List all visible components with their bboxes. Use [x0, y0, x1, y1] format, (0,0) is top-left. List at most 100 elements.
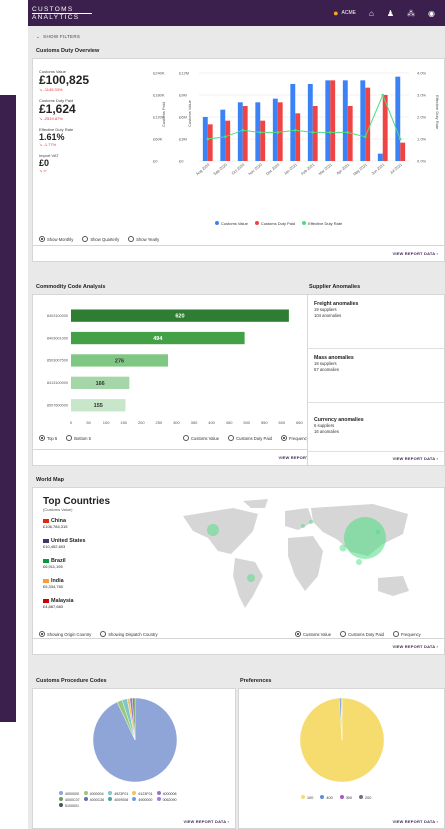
- preferences-pie-chart[interactable]: [297, 695, 387, 785]
- x-tick-label: Oct 2020: [231, 163, 245, 176]
- y-tick-right: 4.0%: [417, 71, 427, 76]
- y-tick-inner: £12M: [179, 71, 189, 76]
- toggle-icon[interactable]: ◉: [428, 9, 435, 18]
- period-radio-group: Show Monthly Show Quarterly Show Yearly: [39, 236, 159, 242]
- radio-customs-value[interactable]: Customs Value: [183, 435, 219, 441]
- mass-anomalies[interactable]: Mass anomalies 18 suppliers 57 anomalies: [308, 349, 444, 403]
- legend-item: 4009008: [108, 797, 128, 802]
- x-tick-label: Jul 2021: [389, 163, 403, 175]
- legend-item: 4000004: [83, 791, 105, 796]
- category-label: 8507600000: [47, 404, 68, 408]
- bar-value-label: 276: [115, 358, 124, 364]
- preferences-card: 100 400 300 200 Customs Value Customs Du…: [238, 688, 445, 829]
- worldmap-title: World Map: [36, 477, 65, 483]
- home-icon[interactable]: ⌂: [369, 9, 374, 18]
- cpc-title: Customs Procedure Codes: [36, 678, 107, 684]
- app-logo[interactable]: CUSTOMS ANALYTICS: [32, 6, 92, 21]
- network-icon[interactable]: ⁂: [407, 9, 415, 18]
- point-duty-rate: [293, 128, 297, 132]
- top-countries-subheading: (Customs Value): [43, 507, 73, 512]
- radio-duty-paid[interactable]: Customs Duty Paid: [228, 435, 272, 441]
- supplier-view-report-button[interactable]: VIEW REPORT DATA ›: [392, 456, 438, 461]
- worldmap-card: Top Countries (Customs Value) China £106,…: [32, 487, 445, 639]
- cpc-pie-chart[interactable]: [90, 695, 180, 785]
- bar-customs-value: [220, 109, 226, 161]
- freight-anomalies[interactable]: Freight anomalies 19 suppliers 104 anoma…: [308, 295, 444, 349]
- radio-frequency[interactable]: Frequency: [280, 435, 309, 441]
- bar-duty-paid: [312, 106, 318, 161]
- overview-legend: Customs Value Customs Duty Paid Effectiv…: [215, 221, 342, 226]
- bar-duty-paid: [295, 113, 301, 161]
- radio-bottom5[interactable]: Bottom 5: [66, 435, 91, 441]
- user-menu[interactable]: ● ACME: [333, 8, 356, 18]
- malaysia-flag-icon: [43, 599, 49, 603]
- y-tick-right: 3.0%: [417, 93, 427, 98]
- y-tick-inner: £3M: [179, 137, 187, 142]
- bar-value-label: 494: [153, 336, 163, 342]
- radio-dispatch[interactable]: Showing Dispatch Country: [100, 631, 158, 637]
- origin-radio-group: Showing Origin Country Showing Dispatch …: [39, 631, 158, 637]
- y-tick-outer: £180K: [153, 93, 165, 98]
- show-filters-button[interactable]: ⌄ SHOW FILTERS: [36, 34, 80, 40]
- brazil-bubble[interactable]: [247, 574, 255, 582]
- y-tick-outer: £0: [153, 159, 158, 164]
- people-icon[interactable]: ♟: [387, 9, 394, 18]
- bar-value-label: 166: [96, 381, 105, 387]
- kpi-duty-paid: Customs Duty Paid £1,624 ↘ -2519.87%: [39, 98, 76, 121]
- radio-map-duty-paid[interactable]: Customs Duty Paid: [340, 631, 384, 637]
- preferences-view-report-button[interactable]: VIEW REPORT DATA ›: [392, 819, 438, 824]
- radio-origin[interactable]: Showing Origin Country: [39, 631, 91, 637]
- bar-duty-paid: [207, 124, 213, 161]
- currency-anomalies[interactable]: Currency anomalies 6 suppliers 16 anomal…: [308, 403, 444, 451]
- point-duty-rate: [346, 131, 350, 134]
- us-bubble[interactable]: [207, 524, 219, 536]
- legend-item: 6123F01: [132, 791, 153, 796]
- cpc-legend: 4000000 4000004 4923F01 6123F01 4000008 …: [59, 791, 177, 808]
- x-tick-label: 300: [173, 420, 180, 424]
- bar-duty-paid: [225, 120, 231, 161]
- x-tick-label: Dec 2020: [265, 163, 280, 177]
- world-map[interactable]: [173, 496, 423, 616]
- x-tick-label: Apr 2021: [336, 163, 350, 176]
- kpi-customs-value: Customs Value £100,825 ↘ -1145.33%: [39, 69, 90, 92]
- x-tick-label: May 2021: [353, 163, 368, 177]
- x-tick-label: 150: [120, 420, 127, 424]
- us-flag-icon: [43, 539, 49, 543]
- x-tick-label: Jun 2021: [371, 163, 386, 176]
- trend-down-icon: ↘: [39, 168, 43, 173]
- worldmap-view-report-button[interactable]: VIEW REPORT DATA ›: [392, 644, 438, 649]
- radio-monthly[interactable]: Show Monthly: [39, 236, 73, 242]
- y-tick-outer: £240K: [153, 71, 165, 76]
- bar-customs-value: [342, 80, 348, 161]
- metric-radio-group: Customs Value Customs Duty Paid Frequenc…: [183, 435, 309, 441]
- y-axis-label-right: Effective Duty Rate: [435, 95, 439, 130]
- bar-duty-paid: [242, 106, 248, 161]
- legend-item: 4000008: [156, 791, 177, 796]
- radio-map-frequency[interactable]: Frequency: [392, 631, 421, 637]
- category-label: 8503007500: [47, 359, 68, 363]
- radio-top5[interactable]: Top 5: [39, 435, 57, 441]
- country-item[interactable]: China £106,784,315: [43, 518, 67, 529]
- radio-yearly[interactable]: Show Yearly: [128, 236, 159, 242]
- bar-value-label: 155: [94, 403, 103, 409]
- legend-customs-value: Customs Value: [215, 221, 248, 226]
- india-bubble[interactable]: [339, 544, 347, 552]
- x-tick-label: Sep 2020: [213, 163, 228, 177]
- country-item[interactable]: Brazil £6,911,195: [43, 558, 66, 569]
- radio-map-customs-value[interactable]: Customs Value: [295, 631, 331, 637]
- top-countries-heading: Top Countries: [43, 496, 111, 507]
- radio-quarterly[interactable]: Show Quarterly: [82, 236, 119, 242]
- china-bubble[interactable]: [344, 517, 386, 559]
- bar-duty-paid: [400, 142, 406, 161]
- x-tick-label: Feb 2021: [301, 163, 316, 176]
- overview-view-report-button[interactable]: VIEW REPORT DATA ›: [392, 251, 438, 256]
- malaysia-bubble[interactable]: [356, 559, 362, 565]
- country-item[interactable]: Malaysia £4,887,683: [43, 598, 73, 609]
- country-item[interactable]: India £5,334,760: [43, 578, 64, 589]
- y-tick-inner: £9M: [179, 93, 187, 98]
- y-tick-inner: £6M: [179, 115, 187, 120]
- cpc-view-report-button[interactable]: VIEW REPORT DATA ›: [183, 819, 229, 824]
- point-duty-rate: [206, 137, 210, 141]
- country-item[interactable]: United States £10,452,603: [43, 538, 85, 549]
- user-name: ACME: [341, 10, 356, 16]
